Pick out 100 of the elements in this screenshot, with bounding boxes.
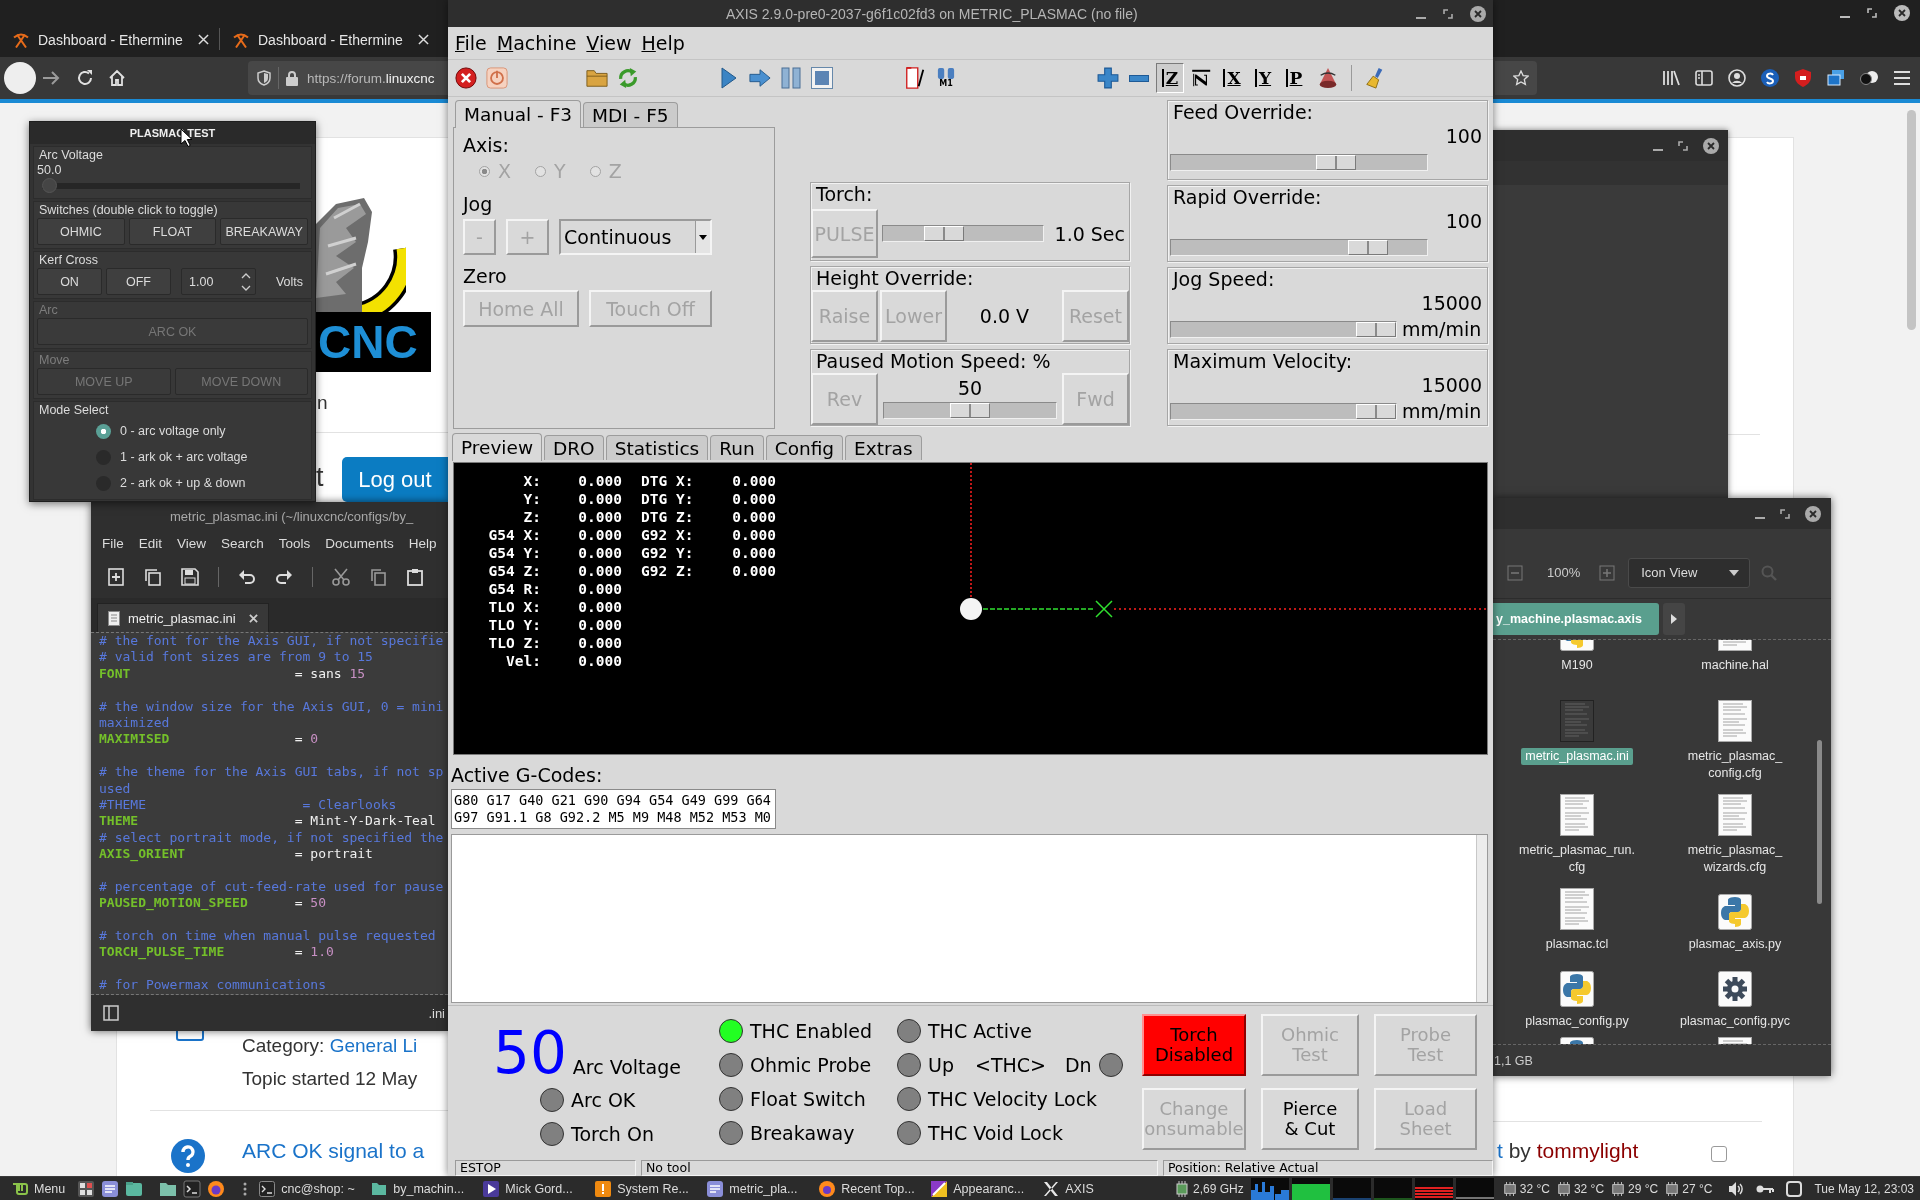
topic-checkbox[interactable]: [1711, 1146, 1727, 1162]
reload-icon[interactable]: [76, 69, 94, 87]
menu-item[interactable]: Tools: [278, 535, 311, 551]
taskbar-window-button[interactable]: System Re...: [591, 1177, 700, 1200]
topic-link[interactable]: ARC OK signal to a: [242, 1139, 425, 1163]
category-link[interactable]: General Li: [329, 1035, 418, 1056]
bookmark-star-icon[interactable]: [1513, 70, 1529, 86]
logout-button[interactable]: Log out: [342, 457, 448, 502]
url-field[interactable]: https://forum.linuxcnc: [248, 61, 448, 95]
calculator-icon[interactable]: [77, 1179, 96, 1198]
windows-icon[interactable]: [1827, 69, 1845, 87]
url-field-end[interactable]: [1495, 61, 1537, 95]
override-slider[interactable]: [1170, 239, 1428, 256]
redo-icon[interactable]: [275, 567, 293, 586]
taskbar-window-button[interactable]: AXIS: [1039, 1177, 1148, 1200]
plasma-button[interactable]: Pierce & Cut: [1261, 1088, 1359, 1150]
scrollbar[interactable]: [1476, 835, 1487, 1002]
file-name[interactable]: plasmac_config.py: [1521, 1013, 1633, 1030]
close-icon[interactable]: [1470, 5, 1486, 22]
taskbar-window-button[interactable]: metric_pla...: [703, 1177, 812, 1200]
file-name[interactable]: plasmac_axis.py: [1684, 936, 1786, 953]
new-document-icon[interactable]: [107, 567, 125, 586]
taskbar-window-button[interactable]: by_machin...: [367, 1177, 476, 1200]
radio-icon[interactable]: [96, 423, 111, 439]
sensor-chip-icon[interactable]: [1665, 1181, 1680, 1196]
mode-radio[interactable]: 1 - ark ok + arc voltage: [37, 444, 308, 470]
path-scroll-button[interactable]: [1663, 603, 1685, 635]
copy-icon[interactable]: [369, 567, 387, 586]
maximize-icon[interactable]: [1780, 508, 1790, 519]
optional-stop-button[interactable]: M1: [932, 63, 960, 93]
minimize-icon[interactable]: [1755, 516, 1765, 519]
files-icon[interactable]: [125, 1179, 144, 1198]
library-icon[interactable]: [1662, 69, 1680, 87]
test-button[interactable]: BREAKAWAY: [220, 218, 308, 245]
view-button[interactable]: Y: [1249, 63, 1277, 93]
close-icon[interactable]: [1805, 505, 1821, 522]
view-tab[interactable]: Statistics: [605, 435, 709, 460]
file-name[interactable]: plasmac.tcl: [1541, 936, 1613, 953]
minimize-icon[interactable]: [1653, 148, 1663, 151]
sensor-chip-icon[interactable]: [1556, 1181, 1571, 1196]
browser-tab[interactable]: Dashboard - Ethermine: [0, 22, 219, 57]
file-type-text[interactable]: .ini: [428, 1005, 445, 1021]
document-tab[interactable]: metric_plasmac.ini: [97, 603, 269, 632]
gear-file-icon[interactable]: [1718, 971, 1752, 1007]
view-tab[interactable]: Config: [765, 435, 844, 460]
usage-graph[interactable]: [1291, 1177, 1330, 1200]
menu-item[interactable]: File: [455, 32, 487, 54]
scrollbar-thumb[interactable]: [1817, 740, 1822, 904]
scissors-icon[interactable]: [332, 567, 350, 586]
mode-radio[interactable]: 2 - ark ok + up & down: [37, 470, 308, 496]
menu-item[interactable]: Help: [641, 32, 685, 54]
view-tab[interactable]: DRO: [544, 435, 604, 460]
sidebar-toggle-icon[interactable]: [103, 1005, 119, 1021]
duplicate-icon[interactable]: [144, 567, 162, 586]
volume-icon[interactable]: [1728, 1180, 1745, 1197]
override-slider[interactable]: [1170, 403, 1397, 420]
taskbar-window-button[interactable]: Appearanc...: [927, 1177, 1036, 1200]
sensor-chip-icon[interactable]: [1502, 1181, 1517, 1196]
menu-item[interactable]: Machine: [496, 32, 577, 54]
menu-item[interactable]: View: [586, 32, 632, 54]
spheres-icon[interactable]: [1860, 69, 1878, 87]
python-file-icon[interactable]: [1560, 1037, 1594, 1044]
minimize-icon[interactable]: [1416, 16, 1426, 19]
text-editor-icon[interactable]: [101, 1179, 120, 1198]
chip-icon[interactable]: [1174, 1180, 1191, 1197]
sensor-chip-icon[interactable]: [1611, 1181, 1626, 1196]
menu-item[interactable]: Edit: [138, 535, 163, 551]
file-name[interactable]: metric_plasmac_ wizards.cfg: [1683, 842, 1787, 876]
maximize-icon[interactable]: [1443, 8, 1453, 19]
menu-item[interactable]: Help: [408, 535, 437, 551]
menu-button[interactable]: Menu: [0, 1177, 74, 1200]
override-slider[interactable]: [1170, 154, 1428, 171]
taskbar-window-button[interactable]: Recent Top...: [815, 1177, 924, 1200]
account-icon[interactable]: [1728, 69, 1746, 87]
menu-item[interactable]: Documents: [325, 535, 394, 551]
view-button[interactable]: Z: [1187, 63, 1215, 93]
control-tab[interactable]: MDI - F5: [583, 102, 678, 127]
file-name[interactable]: M190: [1557, 657, 1597, 674]
notification-icon[interactable]: [1786, 1180, 1803, 1197]
plasma-button[interactable]: Torch Disabled: [1142, 1014, 1246, 1076]
handle-icon[interactable]: [243, 1181, 248, 1196]
mode-radio[interactable]: 0 - arc voltage only: [37, 418, 308, 444]
close-icon[interactable]: [418, 34, 429, 45]
text-area[interactable]: [91, 632, 448, 995]
test-button[interactable]: FLOAT: [128, 218, 217, 245]
menu-icon[interactable]: [1893, 70, 1911, 86]
paused-speed-slider[interactable]: [883, 402, 1057, 419]
view-mode-dropdown[interactable]: Icon View: [1628, 557, 1751, 588]
usage-graph[interactable]: [1455, 1177, 1494, 1200]
menu-item[interactable]: View: [177, 535, 207, 551]
taskbar-window-button[interactable]: cnc@shop: ~: [255, 1177, 364, 1200]
usage-graph[interactable]: [1250, 1177, 1289, 1200]
close-icon[interactable]: [1894, 5, 1910, 21]
slider-thumb[interactable]: [42, 178, 57, 193]
scrollbar-thumb[interactable]: [1907, 110, 1916, 330]
close-icon[interactable]: [249, 613, 258, 623]
author-link[interactable]: tommylight: [1536, 1139, 1639, 1162]
kerf-button[interactable]: ON: [37, 268, 102, 295]
maximize-icon[interactable]: [1678, 140, 1688, 151]
shield-icon[interactable]: [256, 70, 272, 86]
